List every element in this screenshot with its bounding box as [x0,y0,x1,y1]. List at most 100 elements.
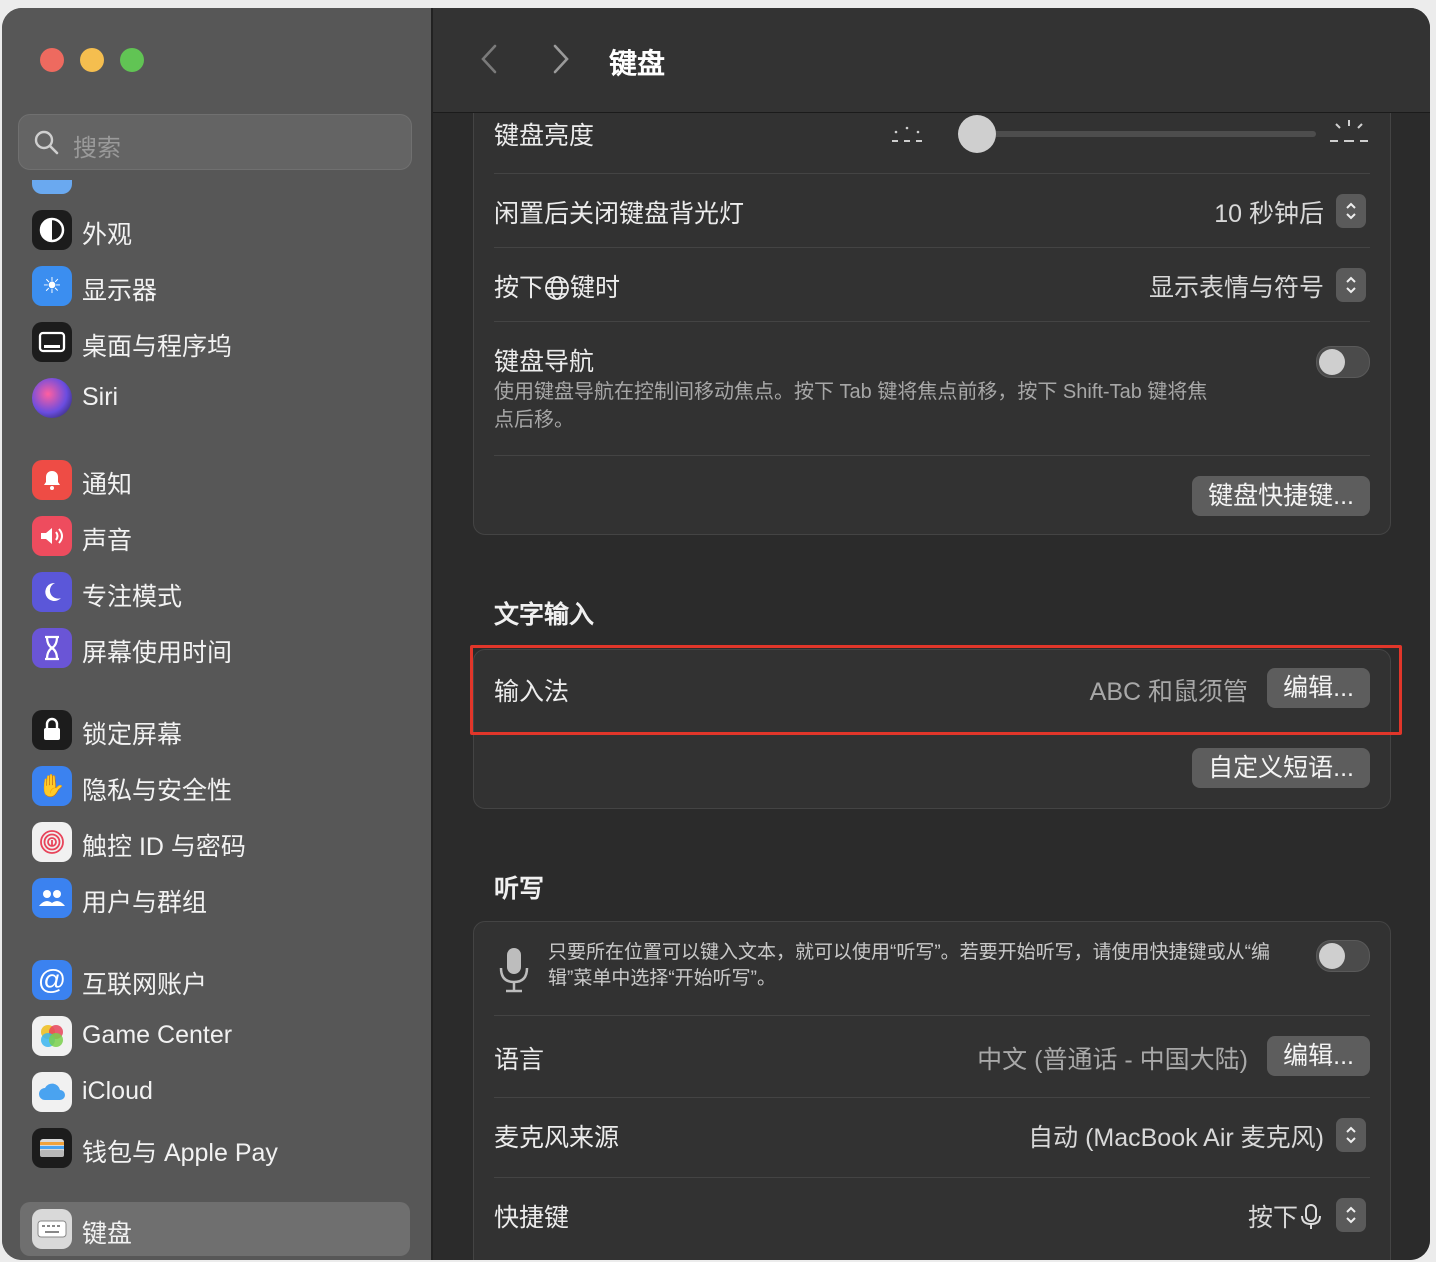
sidebar-item-focus[interactable]: 专注模式 [30,568,410,616]
dictation-shortcut-stepper[interactable] [1336,1198,1366,1232]
microphone-source-row: 麦克风来源 自动 (MacBook Air 麦克风) [494,1116,1370,1156]
sidebar-item-displays[interactable]: ☀ 显示器 [30,262,410,310]
microphone-source-value[interactable]: 自动 (MacBook Air 麦克风) [1028,1118,1324,1154]
sidebar-item-label: 桌面与程序坞 [82,333,233,361]
sidebar-item-label: 外观 [82,221,133,249]
cloud-icon [32,1072,72,1112]
sidebar-item-icloud[interactable]: iCloud [30,1068,410,1116]
game-center-icon [32,1016,72,1056]
sidebar-item-desktop-dock[interactable]: 桌面与程序坞 [30,318,410,366]
divider [494,247,1370,248]
keyboard-navigation-label: 键盘导航 [494,348,595,376]
updown-chevron-icon [1346,1206,1356,1224]
sidebar-item-wallet-apple-pay[interactable]: 钱包与 Apple Pay [30,1124,410,1172]
backlight-off-value[interactable]: 10 秒钟后 [1214,194,1324,230]
dictation-language-value: 中文 (普通话 - 中国大陆) [977,1046,1248,1074]
sidebar-item-label: 钱包与 Apple Pay [82,1139,278,1167]
text-input-section-title: 文字输入 [494,601,595,629]
globe-key-stepper[interactable] [1336,268,1366,302]
settings-content: 键盘亮度 闲置后关闭键盘背光灯 10 秒钟后 按下 键时 显示表情与符号 键盘导… [433,113,1430,1260]
sidebar-item-privacy-security[interactable]: ✋ 隐私与安全性 [30,762,410,810]
sidebar-item-siri[interactable]: Siri [30,374,410,422]
backlight-off-row: 闲置后关闭键盘背光灯 10 秒钟后 [494,192,1370,232]
settings-window: 搜索 外观 ☀ 显示器 桌面与程序坞 Siri 通知 声音 专注模式 屏幕使用时… [2,8,1430,1260]
sidebar-item-label: 互联网账户 [82,971,208,999]
microphone-key-icon [1301,1204,1321,1229]
dock-icon [32,322,72,362]
zoom-window-button[interactable] [120,48,144,72]
dictation-language-edit-button[interactable]: 编辑... [1267,1036,1370,1076]
divider [494,1097,1370,1098]
dictation-shortcut-value[interactable]: 按下 [1248,1198,1322,1234]
microphone-source-stepper[interactable] [1336,1118,1366,1152]
sidebar-item-users-groups[interactable]: 用户与群组 [30,874,410,922]
wallet-icon [32,1128,72,1168]
brightness-label: 键盘亮度 [494,122,595,150]
sidebar-item-lock-screen[interactable]: 锁定屏幕 [30,706,410,754]
divider [494,1015,1370,1016]
moon-icon [32,572,72,612]
text-replacements-row: 自定义短语... [494,748,1370,788]
sidebar-item-label: 显示器 [82,277,158,305]
divider [494,455,1370,456]
dictation-card: 只要所在位置可以键入文本，就可以使用“听写”。若要开始听写，请使用快捷键或从“编… [473,921,1391,1260]
brightness-slider-knob[interactable] [957,115,996,153]
dim-brightness-icon [892,126,922,142]
back-button[interactable] [479,42,499,85]
keyboard-shortcuts-button[interactable]: 键盘快捷键... [1192,476,1370,516]
main-pane: 键盘 键盘亮度 闲置后关闭键盘背光灯 10 秒钟后 按下 键时 显示表情与符号 … [433,8,1430,1260]
text-replacements-button[interactable]: 自定义短语... [1192,748,1370,788]
bell-icon [32,460,72,500]
globe-icon [545,276,569,300]
forward-button[interactable] [551,42,571,85]
divider [494,321,1370,322]
search-icon [34,130,59,155]
sidebar-item-appearance[interactable]: 外观 [30,206,410,254]
keyboard-navigation-description: 使用键盘导航在控制间移动焦点。按下 Tab 键将焦点前移，按下 Shift-Ta… [494,381,1208,431]
sidebar-item-touch-id[interactable]: 触控 ID 与密码 [30,818,410,866]
hand-icon: ✋ [32,766,72,806]
sidebar-item-sound[interactable]: 声音 [30,512,410,560]
chevron-left-icon [481,44,497,74]
sidebar-item-label: 锁定屏幕 [82,721,183,749]
sidebar-item-label: Game Center [82,1021,233,1049]
sidebar-item-game-center[interactable]: Game Center [30,1012,410,1060]
sidebar-item-screen-time[interactable]: 屏幕使用时间 [30,624,410,672]
dictation-shortcut-label: 快捷键 [494,1204,570,1232]
display-icon: ☀ [32,266,72,306]
bright-brightness-icon [1330,120,1368,142]
search-input[interactable]: 搜索 [18,114,412,170]
sidebar-item-label: 屏幕使用时间 [82,639,233,667]
sidebar-item-internet-accounts[interactable]: @ 互联网账户 [30,956,410,1004]
updown-chevron-icon [1346,202,1356,220]
sidebar-item-label: 声音 [82,527,133,555]
updown-chevron-icon [1346,276,1356,294]
keyboard-navigation-toggle[interactable] [1316,346,1370,378]
divider [494,173,1370,174]
sidebar-item-label: 专注模式 [82,583,183,611]
sidebar-item-notifications[interactable]: 通知 [30,456,410,504]
brightness-slider[interactable] [958,131,1316,137]
backlight-off-stepper[interactable] [1336,194,1366,228]
globe-key-label: 按下 键时 [494,274,621,302]
page-title: 键盘 [609,48,666,79]
sidebar-item-label: 通知 [82,471,133,499]
search-placeholder: 搜索 [73,135,121,162]
siri-icon [32,378,72,418]
appearance-icon [32,210,72,250]
sidebar-item-label: 用户与群组 [82,889,208,917]
highlight-box [470,645,1402,735]
dictation-toggle[interactable] [1316,940,1370,972]
divider [494,1177,1370,1178]
dictation-description: 只要所在位置可以键入文本，就可以使用“听写”。若要开始听写，请使用快捷键或从“编… [548,942,1270,989]
sidebar-item-label: Siri [82,383,119,411]
sidebar-item-keyboard[interactable]: 键盘 [20,1202,410,1256]
sidebar-item-label: 键盘 [82,1220,133,1248]
sidebar: 搜索 外观 ☀ 显示器 桌面与程序坞 Siri 通知 声音 专注模式 屏幕使用时… [2,8,433,1260]
close-window-button[interactable] [40,48,64,72]
sidebar-item-label: iCloud [82,1077,153,1105]
globe-key-value[interactable]: 显示表情与符号 [1149,268,1324,304]
chevron-right-icon [553,44,569,74]
sidebar-item-label: 触控 ID 与密码 [82,833,246,861]
minimize-window-button[interactable] [80,48,104,72]
